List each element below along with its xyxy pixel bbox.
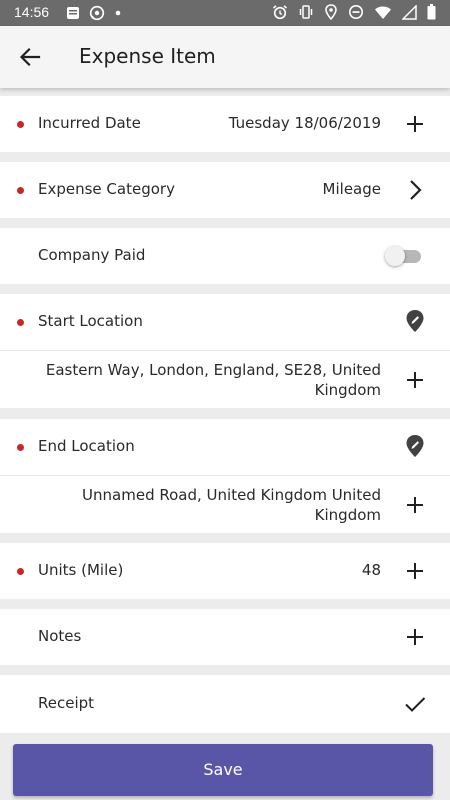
dnd-icon [349,5,363,19]
dot-icon [115,10,121,16]
required-indicator [17,187,24,194]
start-location-section: Start Location Eastern Way, London, Engl… [0,294,450,408]
required-indicator [17,444,24,451]
company-paid-label: Company Paid [38,246,146,264]
status-time: 14:56 [14,4,50,20]
page-title: Expense Item [79,44,216,68]
plus-icon[interactable] [402,111,428,137]
receipt-row[interactable]: Receipt [0,675,450,733]
units-row[interactable]: Units (Mile) 48 [0,543,450,599]
plus-icon[interactable] [402,624,428,650]
plus-icon[interactable] [402,367,428,393]
toggle-thumb [385,246,405,266]
units-label: Units (Mile) [38,561,124,579]
map-pin-edit-icon[interactable] [402,308,428,334]
divider [0,475,450,476]
alarm-icon [273,5,287,20]
chevron-right-icon[interactable] [402,177,428,203]
expense-category-value: Mileage [322,180,381,198]
end-location-label: End Location [38,437,135,455]
app-bar: Expense Item [0,26,450,88]
wifi-icon [375,6,391,19]
message-icon [67,7,79,19]
plus-icon[interactable] [402,558,428,584]
checkmark-icon [405,697,426,712]
incurred-date-row[interactable]: Incurred Date Tuesday 18/06/2019 [0,96,450,152]
required-indicator [17,568,24,575]
divider [0,350,450,351]
company-paid-row: Company Paid [0,228,450,284]
required-indicator [17,319,24,326]
notes-label: Notes [38,627,82,645]
save-button[interactable]: Save [13,744,433,796]
whatsapp-icon [89,5,105,21]
location-icon [325,4,337,20]
expense-category-label: Expense Category [38,180,175,198]
vibrate-icon [299,5,313,19]
arrow-back-icon[interactable] [16,43,44,71]
company-paid-toggle[interactable] [385,244,423,268]
map-pin-edit-icon[interactable] [402,433,428,459]
battery-icon [427,4,436,20]
incurred-date-label: Incurred Date [38,114,141,132]
end-location-section: End Location Unnamed Road, United Kingdo… [0,419,450,533]
expense-category-row[interactable]: Expense Category Mileage [0,162,450,218]
units-value: 48 [361,561,381,579]
incurred-date-value: Tuesday 18/06/2019 [228,114,381,132]
signal-icon [402,4,417,20]
end-location-value: Unnamed Road, United Kingdom United King… [82,486,381,524]
start-location-label: Start Location [38,312,143,330]
plus-icon[interactable] [402,492,428,518]
start-location-value: Eastern Way, London, England, SE28, Unit… [45,361,381,399]
notes-row[interactable]: Notes [0,609,450,665]
required-indicator [17,121,24,128]
receipt-label: Receipt [38,694,95,712]
status-bar: 14:56 [0,0,450,26]
